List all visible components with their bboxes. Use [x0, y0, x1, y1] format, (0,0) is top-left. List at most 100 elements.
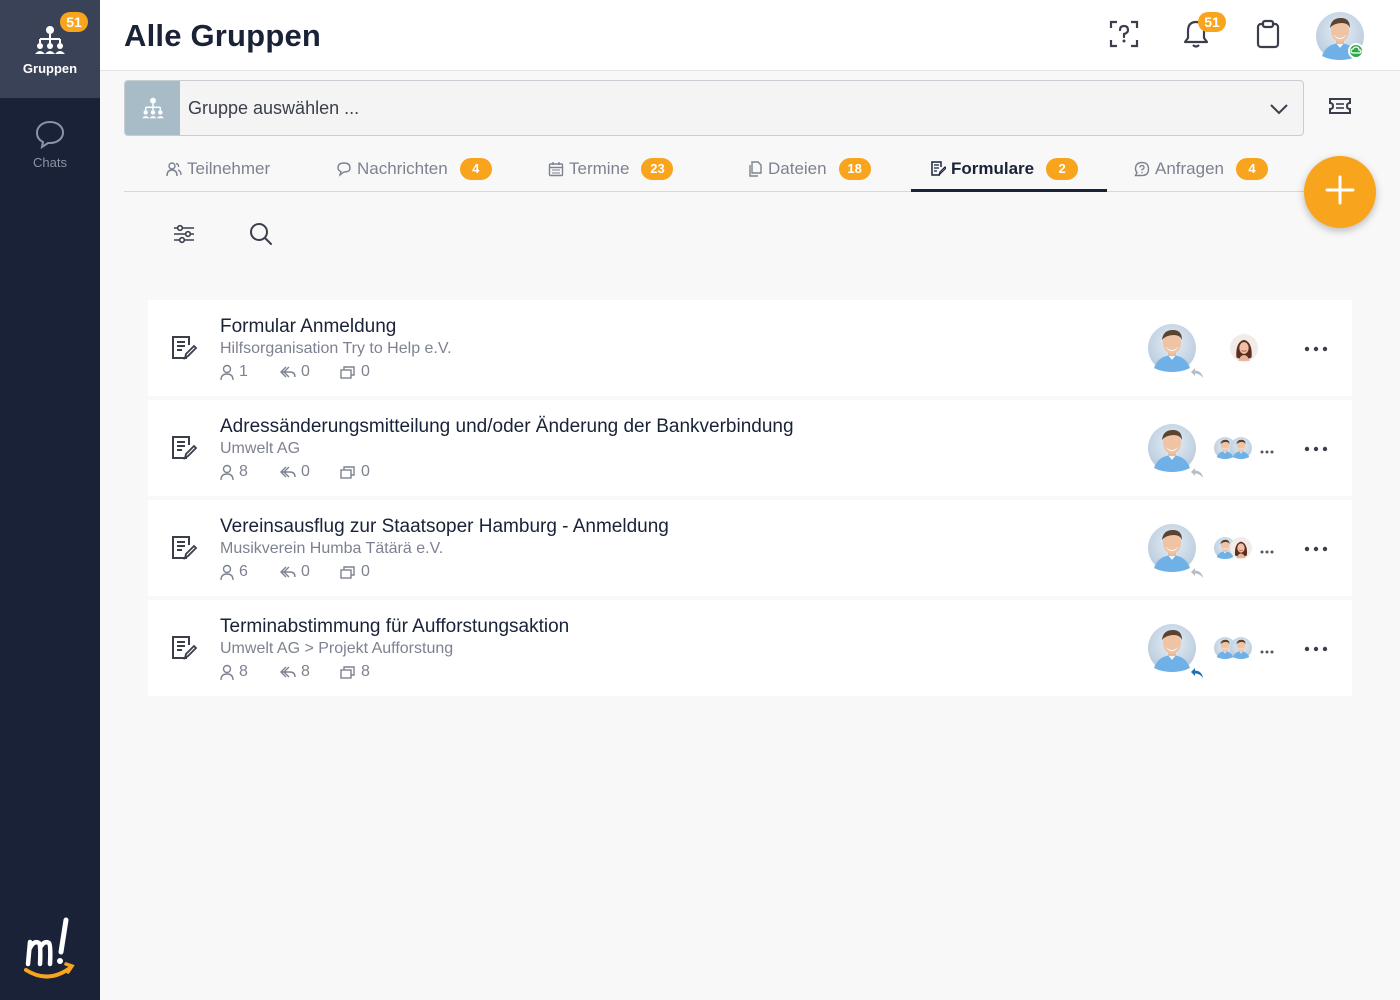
add-button[interactable]: [1304, 156, 1376, 228]
form-list-item[interactable]: Formular Anmeldung Hilfsorganisation Try…: [148, 300, 1352, 396]
speech-bubble-icon: [336, 161, 352, 177]
person-icon: [220, 564, 234, 580]
group-select-placeholder: Gruppe auswählen ...: [188, 98, 360, 118]
filter-button[interactable]: [170, 222, 198, 250]
copies-count: 8: [361, 663, 370, 680]
form-group-name: Hilfsorganisation Try to Help e.V.: [220, 340, 452, 357]
more-horizontal-icon: [1304, 539, 1328, 557]
replies-count: 0: [301, 463, 310, 480]
reply-status-icon: [1190, 566, 1204, 578]
more-horizontal-icon: [1304, 339, 1328, 357]
reply-arrow-icon: [280, 666, 296, 678]
tab-count-badge: 23: [641, 157, 674, 180]
help-scan-button[interactable]: [1106, 18, 1142, 54]
sidebar-item-label: Chats: [33, 154, 67, 170]
reply-status-icon: [1190, 466, 1204, 478]
replies-stat: 0: [280, 462, 310, 482]
form-title: Vereinsausflug zur Staatsoper Hamburg - …: [220, 516, 669, 537]
form-group-name: Umwelt AG > Projekt Aufforstung: [220, 640, 454, 657]
tab-termine[interactable]: Termine 23: [548, 146, 674, 191]
clipboard-icon: [1255, 19, 1281, 54]
form-document-icon: [170, 434, 198, 462]
tab-formulare[interactable]: Formulare 2: [930, 146, 1079, 191]
clipboard-button[interactable]: [1250, 18, 1286, 54]
tab-label: Anfragen: [1155, 158, 1224, 178]
tab-label: Teilnehmer: [187, 158, 271, 178]
calendar-icon: [548, 161, 564, 177]
tab-label: Formulare: [951, 158, 1035, 178]
more-options-button[interactable]: [1298, 534, 1334, 562]
copies-icon: [340, 666, 355, 679]
tab-label: Termine: [569, 158, 630, 178]
reply-status-icon-active: [1190, 666, 1204, 678]
search-button[interactable]: [247, 222, 275, 250]
copies-icon: [340, 366, 355, 379]
replies-count: 8: [301, 663, 310, 680]
person-icon: [220, 364, 234, 380]
form-document-icon: [170, 534, 198, 562]
tab-bar: Teilnehmer Nachrichten 4 Termine 23 Date…: [124, 146, 1304, 192]
reply-status-icon: [1190, 366, 1204, 378]
creator-avatar: [1148, 324, 1196, 372]
form-title: Formular Anmeldung: [220, 316, 397, 337]
tab-nachrichten[interactable]: Nachrichten 4: [336, 146, 492, 191]
tab-count-badge: 18: [838, 157, 871, 180]
tab-label: Nachrichten: [357, 158, 448, 178]
sidebar-item-chats[interactable]: Chats: [0, 98, 100, 188]
participants-count: 1: [239, 363, 248, 380]
form-list-item[interactable]: Terminabstimmung für Aufforstungsaktion …: [148, 600, 1352, 696]
people-icon: [166, 161, 182, 177]
tab-label: Dateien: [768, 158, 827, 178]
tab-anfragen[interactable]: Anfragen 4: [1134, 146, 1268, 191]
form-group-name: Musikverein Humba Tätärä e.V.: [220, 540, 444, 557]
assignee-avatars: [1214, 637, 1278, 659]
reply-arrow-icon: [280, 366, 296, 378]
chat-bubble-icon: [33, 117, 67, 151]
chevron-down-icon: [1269, 99, 1289, 119]
participants-stat: 6: [220, 562, 248, 582]
creator-avatar: [1148, 624, 1196, 672]
assignee-avatars: [1214, 437, 1278, 459]
active-tab-indicator: [911, 189, 1107, 192]
gruppen-count-badge: 51: [60, 12, 88, 32]
sidebar-item-gruppen[interactable]: Gruppen 51: [0, 0, 100, 98]
reply-arrow-icon: [280, 466, 296, 478]
replies-count: 0: [301, 363, 310, 380]
copies-count: 0: [361, 363, 370, 380]
more-options-button[interactable]: [1298, 434, 1334, 462]
more-options-button[interactable]: [1298, 334, 1334, 362]
group-select[interactable]: Gruppe auswählen ...: [124, 80, 1304, 136]
more-options-button[interactable]: [1298, 634, 1334, 662]
online-status-icon: [1348, 43, 1364, 59]
copies-icon: [340, 466, 355, 479]
tab-count-badge: 2: [1046, 157, 1079, 180]
participants-count: 6: [239, 563, 248, 580]
more-horizontal-icon: [1304, 639, 1328, 657]
reply-arrow-icon: [280, 566, 296, 578]
participants-stat: 8: [220, 662, 248, 682]
replies-stat: 0: [280, 362, 310, 382]
help-scan-icon: [1109, 19, 1139, 54]
tab-count-badge: 4: [459, 157, 492, 180]
form-list-item[interactable]: Adressänderungsmitteilung und/oder Änder…: [148, 400, 1352, 496]
copies-stat: 0: [340, 562, 370, 582]
form-list-item[interactable]: Vereinsausflug zur Staatsoper Hamburg - …: [148, 500, 1352, 596]
tab-dateien[interactable]: Dateien 18: [747, 146, 871, 191]
sliders-icon: [172, 224, 196, 249]
replies-count: 0: [301, 563, 310, 580]
assignee-avatars: [1214, 537, 1278, 559]
header: Alle Gruppen 51: [100, 0, 1400, 71]
person-icon: [220, 664, 234, 680]
copies-stat: 8: [340, 662, 370, 682]
ticket-icon: [1328, 97, 1352, 120]
brand-logo: [22, 916, 78, 980]
ticket-button[interactable]: [1324, 94, 1356, 122]
tab-teilnehmer[interactable]: Teilnehmer: [166, 146, 270, 191]
copies-count: 0: [361, 563, 370, 580]
creator-avatar: [1148, 524, 1196, 572]
sidebar-item-label: Gruppen: [22, 60, 78, 76]
participants-stat: 8: [220, 462, 248, 482]
notification-count-badge: 51: [1198, 12, 1226, 32]
copies-stat: 0: [340, 362, 370, 382]
copies-stat: 0: [340, 462, 370, 482]
